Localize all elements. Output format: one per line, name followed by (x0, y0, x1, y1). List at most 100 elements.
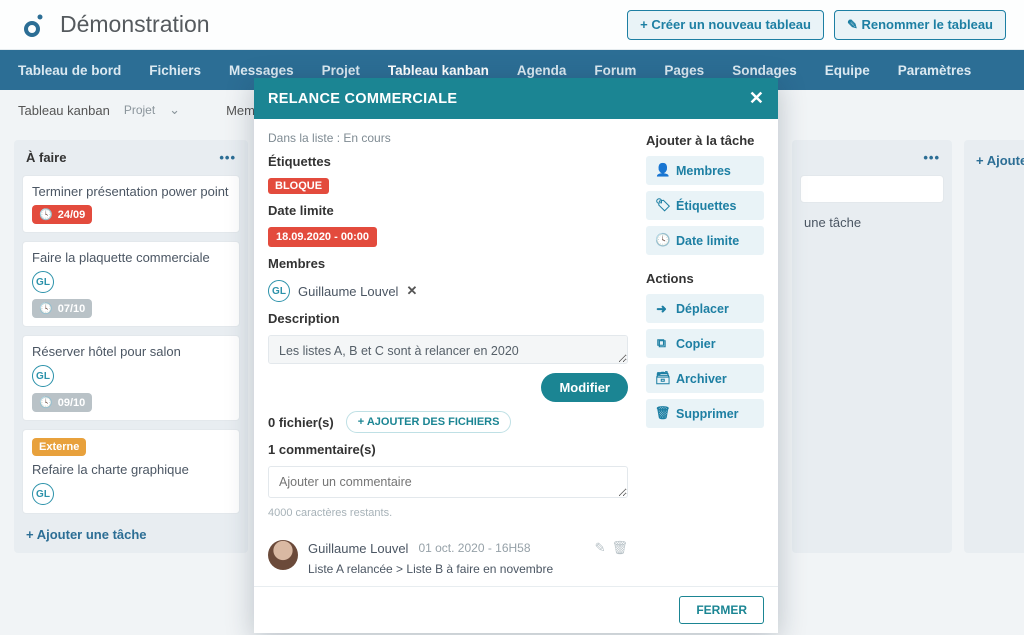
kanban-card[interactable] (800, 175, 944, 203)
edit-comment-icon[interactable]: ✎ (595, 540, 606, 556)
nav-forum[interactable]: Forum (594, 63, 636, 78)
card-title: Refaire la charte graphique (32, 462, 230, 477)
clock-icon: 🕓 (39, 208, 53, 221)
chars-remaining: 4000 caractères restants. (268, 507, 628, 519)
due-badge: 🕓24/09 (32, 205, 92, 224)
column-menu-icon[interactable]: ••• (923, 150, 940, 165)
nav-kanban[interactable]: Tableau kanban (388, 63, 489, 78)
close-button[interactable]: FERMER (679, 596, 764, 624)
modal-header: RELANCE COMMERCIALE ✕ (254, 78, 778, 119)
due-badge: 🕓09/10 (32, 393, 92, 412)
due-date-value[interactable]: 18.09.2020 - 00:00 (268, 227, 377, 247)
avatar-chip: GL (268, 280, 290, 302)
plus-icon: + (358, 416, 367, 428)
clock-icon: 🕓 (39, 302, 53, 315)
plus-icon: + (26, 527, 37, 542)
nav-pages[interactable]: Pages (664, 63, 704, 78)
comment-author: Guillaume Louvel (308, 541, 408, 556)
description-heading: Description (268, 311, 628, 326)
topbar: Démonstration + Créer un nouveau tableau… (0, 0, 1024, 50)
add-task-button[interactable]: + Ajouter une tâche (22, 522, 240, 547)
add-files-button[interactable]: + AJOUTER DES FICHIERS (346, 411, 512, 433)
side-action-move[interactable]: ➜Déplacer (646, 294, 764, 323)
side-add-heading: Ajouter à la tâche (646, 133, 764, 148)
avatar (268, 540, 298, 570)
app-logo-icon (18, 11, 46, 39)
delete-comment-icon[interactable]: 🗑 (611, 540, 628, 556)
breadcrumb-board: Tableau kanban (18, 103, 110, 118)
column-todo: À faire ••• Terminer présentation power … (14, 140, 248, 553)
add-task-button[interactable]: + Ajouter u (972, 148, 1024, 173)
description-input[interactable] (268, 335, 628, 364)
chevron-down-icon[interactable]: ⌄ (169, 102, 180, 118)
comments-count: 1 commentaire(s) (268, 442, 628, 457)
comment-date: 01 oct. 2020 - 16H58 (418, 541, 530, 555)
kanban-card[interactable]: Réserver hôtel pour salon GL 🕓09/10 (22, 335, 240, 421)
tag-badge: Externe (32, 438, 86, 456)
task-label[interactable]: BLOQUE (268, 178, 329, 194)
due-badge: 🕓07/10 (32, 299, 92, 318)
modal-footer: FERMER (254, 586, 778, 633)
task-modal: RELANCE COMMERCIALE ✕ Dans la liste : En… (254, 78, 778, 633)
side-add-labels[interactable]: 🏷Étiquettes (646, 191, 764, 220)
plus-icon: + (976, 153, 987, 168)
comment-input[interactable] (268, 466, 628, 498)
nav-agenda[interactable]: Agenda (517, 63, 567, 78)
comment-body: Liste A relancée > Liste B à faire en no… (308, 562, 628, 576)
workspace-name: Démonstration (60, 11, 210, 38)
column-right: + Ajouter u (964, 140, 1024, 553)
clock-icon: 🕓 (655, 233, 668, 248)
nav-project[interactable]: Projet (322, 63, 360, 78)
side-action-delete[interactable]: 🗑Supprimer (646, 399, 764, 428)
copy-icon: ⧉ (655, 336, 668, 351)
nav-messages[interactable]: Messages (229, 63, 294, 78)
side-action-archive[interactable]: 🗃Archiver (646, 364, 764, 393)
column-menu-icon[interactable]: ••• (219, 150, 236, 165)
tag-icon: 🏷 (655, 198, 668, 213)
member-name: Guillaume Louvel (298, 284, 398, 299)
side-actions-heading: Actions (646, 271, 764, 286)
nav-polls[interactable]: Sondages (732, 63, 797, 78)
rename-board-button[interactable]: ✎ Renommer le tableau (834, 10, 1006, 40)
column-title: À faire ••• (22, 148, 240, 167)
in-list-label: Dans la liste : En cours (268, 131, 628, 145)
modify-button[interactable]: Modifier (541, 373, 628, 402)
pencil-icon: ✎ (847, 17, 862, 32)
due-heading: Date limite (268, 203, 628, 218)
column-in-progress: ••• une tâche (792, 140, 952, 553)
member-row: GL Guillaume Louvel ✕ (268, 280, 628, 302)
nav-dashboard[interactable]: Tableau de bord (18, 63, 121, 78)
plus-icon: + (640, 17, 651, 32)
column-title: ••• (800, 148, 944, 167)
avatar-chip: GL (32, 483, 54, 505)
close-icon[interactable]: ✕ (749, 88, 764, 109)
trash-icon: 🗑 (655, 406, 668, 421)
nav-files[interactable]: Fichiers (149, 63, 201, 78)
card-title: Terminer présentation power point (32, 184, 230, 199)
add-task-button[interactable]: une tâche (800, 211, 944, 234)
files-count: 0 fichier(s) (268, 415, 334, 430)
kanban-card[interactable]: Externe Refaire la charte graphique GL (22, 429, 240, 514)
modal-title: RELANCE COMMERCIALE (268, 91, 457, 107)
side-add-members[interactable]: 👤Membres (646, 156, 764, 185)
comment-item: Guillaume Louvel 01 oct. 2020 - 16H58 ✎ … (268, 540, 628, 576)
card-title: Réserver hôtel pour salon (32, 344, 230, 359)
clock-icon: 🕓 (39, 396, 53, 409)
create-board-button[interactable]: + Créer un nouveau tableau (627, 10, 824, 40)
arrow-icon: ➜ (655, 301, 668, 316)
breadcrumb-project[interactable]: Projet (124, 103, 155, 117)
remove-member-icon[interactable]: ✕ (406, 283, 417, 299)
side-add-due[interactable]: 🕓Date limite (646, 226, 764, 255)
avatar-chip: GL (32, 365, 54, 387)
card-title: Faire la plaquette commerciale (32, 250, 230, 265)
archive-icon: 🗃 (655, 371, 668, 386)
kanban-card[interactable]: Terminer présentation power point 🕓24/09 (22, 175, 240, 233)
kanban-card[interactable]: Faire la plaquette commerciale GL 🕓07/10 (22, 241, 240, 327)
avatar-chip: GL (32, 271, 54, 293)
members-heading: Membres (268, 256, 628, 271)
side-action-copy[interactable]: ⧉Copier (646, 329, 764, 358)
user-icon: 👤 (655, 163, 668, 178)
nav-settings[interactable]: Paramètres (898, 63, 972, 78)
nav-team[interactable]: Equipe (825, 63, 870, 78)
labels-heading: Étiquettes (268, 154, 628, 169)
